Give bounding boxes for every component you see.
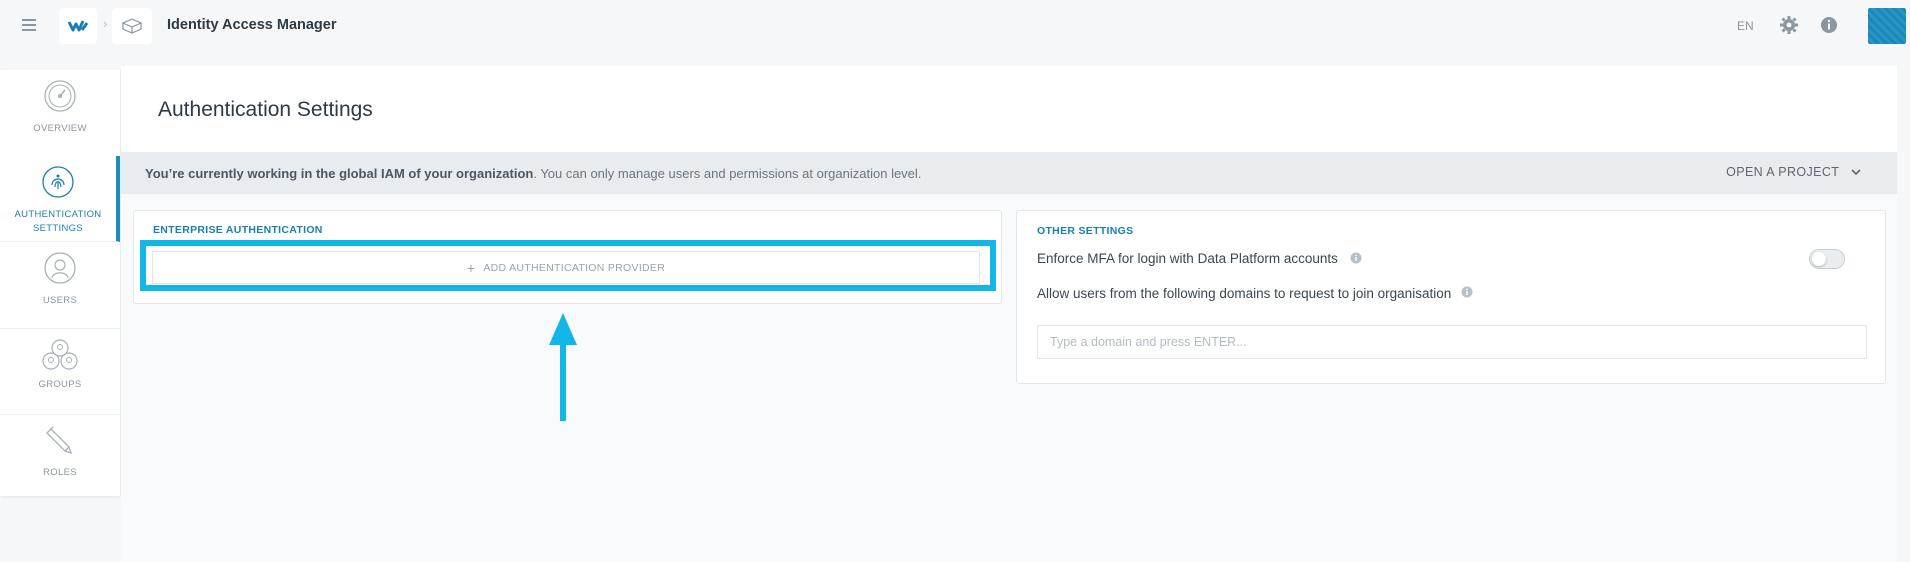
menu-icon[interactable] (22, 19, 36, 31)
main-panel: Authentication Settings You’re currently… (121, 66, 1897, 562)
sidebar-item-label: AUTHENTICATION SETTINGS (14, 209, 102, 234)
notice-message: You’re currently working in the global I… (145, 166, 922, 181)
sidebar-item-label: OVERVIEW (33, 123, 87, 134)
sidebar: OVERVIEW AUTHENTICATION SETTINGS USERS GR… (0, 70, 120, 496)
avatar[interactable] (1868, 8, 1906, 44)
chevron-right-icon: › (103, 16, 108, 31)
domains-setting: Allow users from the following domains t… (1037, 286, 1473, 301)
user-icon (43, 251, 77, 290)
add-provider-label: ADD AUTHENTICATION PROVIDER (483, 261, 666, 274)
iam-scope-notice: You’re currently working in the global I… (121, 152, 1897, 194)
chevron-down-icon (1851, 165, 1861, 179)
domains-label: Allow users from the following domains t… (1037, 286, 1452, 301)
app-title: Identity Access Manager (167, 17, 337, 33)
page-header: Authentication Settings (121, 66, 1897, 152)
sidebar-item-label: ROLES (43, 467, 77, 478)
open-project-dropdown[interactable]: OPEN A PROJECT (1726, 165, 1861, 179)
pencil-icon (43, 423, 77, 462)
mfa-toggle[interactable] (1809, 249, 1845, 269)
other-settings-card: OTHER SETTINGS Enforce MFA for login wit… (1016, 210, 1886, 384)
mfa-setting: Enforce MFA for login with Data Platform… (1037, 251, 1362, 267)
mfa-label: Enforce MFA for login with Data Platform… (1037, 251, 1338, 266)
group-icon (40, 337, 80, 378)
other-settings-title: OTHER SETTINGS (1037, 225, 1134, 237)
sidebar-item-users[interactable]: USERS (0, 242, 120, 329)
info-icon[interactable] (1820, 16, 1838, 39)
sidebar-item-overview[interactable]: OVERVIEW (0, 70, 120, 157)
language-selector[interactable]: EN (1737, 19, 1754, 33)
brand-logo-icon[interactable] (59, 8, 97, 44)
enterprise-authentication-title: ENTERPRISE AUTHENTICATION (153, 224, 323, 236)
sidebar-item-label: USERS (42, 295, 78, 306)
sidebar-item-roles[interactable]: ROLES (0, 414, 120, 500)
plus-icon: + (466, 259, 476, 276)
domain-input[interactable] (1037, 325, 1867, 359)
gear-icon[interactable] (1779, 15, 1799, 40)
cube-icon[interactable] (112, 8, 152, 44)
sidebar-item-label: GROUPS (38, 379, 82, 390)
sidebar-item-authentication-settings[interactable]: AUTHENTICATION SETTINGS (0, 156, 120, 242)
arrow-up-icon (548, 311, 578, 428)
toggle-knob (1812, 252, 1826, 266)
top-bar: › Identity Access Manager EN (0, 0, 1910, 52)
gauge-icon (43, 79, 77, 118)
page-title: Authentication Settings (158, 98, 373, 121)
fingerprint-icon (41, 165, 75, 204)
info-icon[interactable] (1461, 286, 1473, 301)
info-icon[interactable] (1350, 252, 1362, 267)
sidebar-item-groups[interactable]: GROUPS (0, 328, 120, 415)
add-authentication-provider-button[interactable]: + ADD AUTHENTICATION PROVIDER (152, 251, 980, 284)
